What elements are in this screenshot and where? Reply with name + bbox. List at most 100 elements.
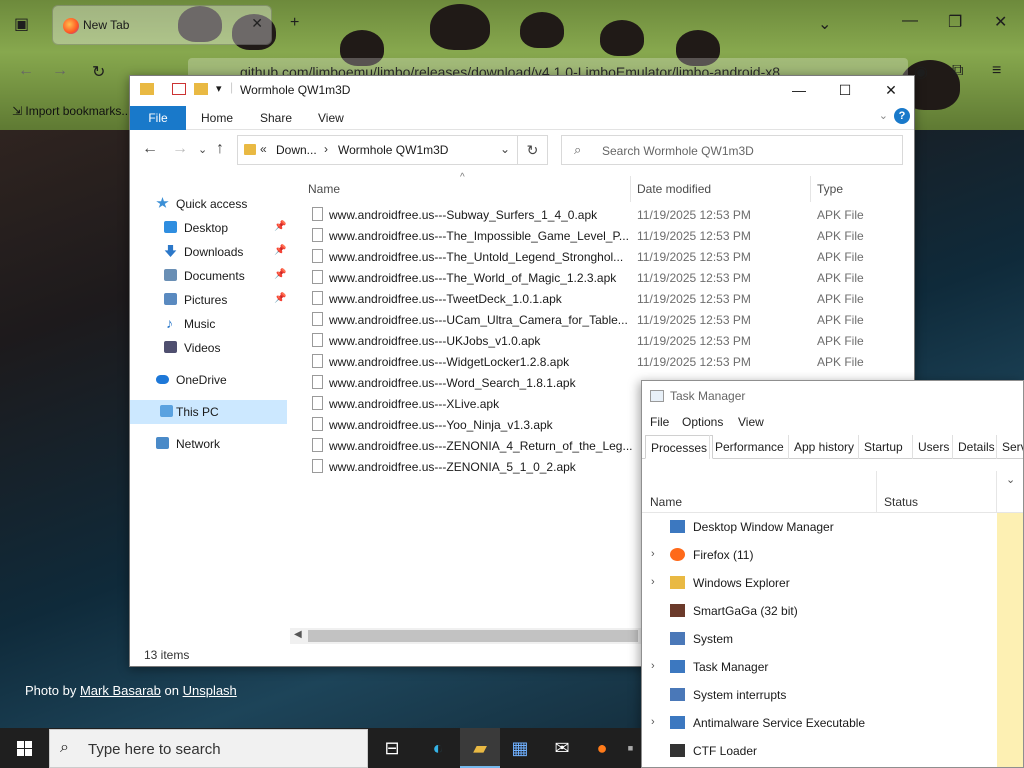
menu-options[interactable]: Options xyxy=(682,415,723,429)
pin-icon[interactable]: 📌 xyxy=(274,293,286,304)
process-row[interactable]: › Antimalware Service Executable xyxy=(642,709,997,737)
column-header-type[interactable]: Type xyxy=(817,182,843,196)
sidebar-item-onedrive[interactable]: OneDrive xyxy=(130,368,290,392)
process-row[interactable]: › Windows Explorer xyxy=(642,569,997,597)
process-row[interactable]: System interrupts xyxy=(642,681,997,709)
forward-icon[interactable]: → xyxy=(172,140,188,158)
new-folder-icon[interactable] xyxy=(194,83,208,95)
file-row[interactable]: www.androidfree.us---UKJobs_v1.0.apk 11/1… xyxy=(290,330,914,351)
file-row[interactable]: www.androidfree.us---WidgetLocker1.2.8.a… xyxy=(290,351,914,372)
credit-author-link[interactable]: Mark Basarab xyxy=(80,683,161,698)
help-icon[interactable]: ? xyxy=(894,108,910,124)
tab-overview-icon[interactable]: ▣ xyxy=(14,14,29,34)
file-row[interactable]: www.androidfree.us---The_Untold_Legend_S… xyxy=(290,246,914,267)
import-bookmarks-link[interactable]: ⇲ Import bookmarks... xyxy=(12,104,131,118)
menu-icon[interactable]: ≡ xyxy=(992,62,1001,80)
column-header-name[interactable]: Name xyxy=(308,182,340,196)
start-button[interactable] xyxy=(0,728,48,768)
breadcrumb-separator-icon[interactable]: › xyxy=(324,142,328,156)
process-row[interactable]: SmartGaGa (32 bit) xyxy=(642,597,997,625)
close-tab-icon[interactable]: ✕ xyxy=(251,15,263,32)
customize-toolbar-icon[interactable]: ▾ xyxy=(216,82,222,95)
chevron-down-icon[interactable]: ⌄ xyxy=(818,14,831,34)
edge-icon[interactable]: ◐ xyxy=(418,728,458,768)
tab-performance[interactable]: Performance xyxy=(709,435,789,459)
breadcrumb-downloads[interactable]: Down... xyxy=(276,143,317,157)
maximize-icon[interactable]: ☐ xyxy=(822,76,868,104)
extensions-icon[interactable]: ⧉ xyxy=(952,62,963,80)
column-divider[interactable] xyxy=(630,176,631,202)
properties-icon[interactable] xyxy=(172,83,186,95)
new-tab-icon[interactable]: + xyxy=(290,14,299,32)
address-dropdown-icon[interactable]: ⌄ xyxy=(500,142,510,156)
ribbon-tab-view[interactable]: View xyxy=(318,111,344,125)
file-row[interactable]: www.androidfree.us---The_World_of_Magic_… xyxy=(290,267,914,288)
sidebar-item-pictures[interactable]: Pictures 📌 xyxy=(130,288,290,312)
file-row[interactable]: www.androidfree.us---UCam_Ultra_Camera_f… xyxy=(290,309,914,330)
column-divider[interactable] xyxy=(810,176,811,202)
expand-chevron-icon[interactable]: › xyxy=(651,716,655,728)
search-input[interactable]: ⌕ Search Wormhole QW1m3D xyxy=(561,135,903,165)
store-icon[interactable]: ▦ xyxy=(500,728,540,768)
address-bar[interactable]: « Down... › Wormhole QW1m3D ⌄ xyxy=(237,135,548,165)
taskbar-app-icon[interactable]: ▪ xyxy=(620,728,641,768)
back-icon[interactable]: ← xyxy=(18,62,34,80)
expand-ribbon-icon[interactable]: ⌄ xyxy=(879,109,888,122)
ribbon-tab-share[interactable]: Share xyxy=(260,111,292,125)
scrollbar-thumb[interactable] xyxy=(308,630,638,642)
tab-details[interactable]: Details xyxy=(952,435,1000,459)
recent-locations-icon[interactable]: ⌄ xyxy=(198,143,207,156)
pin-icon[interactable]: 📌 xyxy=(274,221,286,232)
up-icon[interactable]: ↑ xyxy=(216,140,224,158)
file-row[interactable]: www.androidfree.us---TweetDeck_1.0.1.apk… xyxy=(290,288,914,309)
firefox-icon[interactable]: ● xyxy=(582,728,622,768)
chevron-down-icon[interactable]: ⌄ xyxy=(1006,473,1015,486)
close-icon[interactable]: ✕ xyxy=(868,76,914,104)
breadcrumb-current[interactable]: Wormhole QW1m3D xyxy=(338,143,448,157)
expand-chevron-icon[interactable]: › xyxy=(651,548,655,560)
scroll-left-icon[interactable]: ◀ xyxy=(294,629,302,640)
tab-serv[interactable]: Serv xyxy=(996,435,1023,459)
overflow-chevron-icon[interactable]: « xyxy=(260,142,267,156)
column-header-name[interactable]: Name xyxy=(650,495,682,509)
process-row[interactable]: System xyxy=(642,625,997,653)
sidebar-item-videos[interactable]: Videos xyxy=(130,336,290,360)
process-row[interactable]: CTF Loader xyxy=(642,737,997,765)
taskbar-search-input[interactable]: ⌕ Type here to search xyxy=(49,729,368,768)
forward-icon[interactable]: → xyxy=(52,62,68,80)
minimize-icon[interactable]: — xyxy=(776,76,822,104)
tab-users[interactable]: Users xyxy=(912,435,954,459)
menu-file[interactable]: File xyxy=(650,415,669,429)
refresh-button[interactable]: ↻ xyxy=(517,135,548,165)
tab-processes[interactable]: Processes xyxy=(645,435,714,459)
mail-icon[interactable]: ✉ xyxy=(542,728,582,768)
back-icon[interactable]: ← xyxy=(142,140,158,158)
pin-icon[interactable]: 📌 xyxy=(274,245,286,256)
account-icon[interactable]: ◉ xyxy=(914,62,928,82)
close-icon[interactable]: ✕ xyxy=(994,12,1007,32)
reload-icon[interactable]: ↻ xyxy=(92,62,105,82)
maximize-icon[interactable]: ❐ xyxy=(948,12,962,32)
tab-startup[interactable]: Startup xyxy=(858,435,908,459)
sidebar-item-desktop[interactable]: Desktop 📌 xyxy=(130,216,290,240)
column-header-date[interactable]: Date modified xyxy=(637,182,711,196)
pin-icon[interactable]: 📌 xyxy=(274,269,286,280)
sidebar-item-network[interactable]: Network xyxy=(130,432,290,456)
browser-tab[interactable]: New Tab ✕ xyxy=(52,5,272,45)
process-row[interactable]: Desktop Window Manager xyxy=(642,513,997,541)
tab-app-history[interactable]: App history xyxy=(788,435,859,459)
column-divider[interactable] xyxy=(996,471,997,513)
sidebar-item-this-pc[interactable]: This PC xyxy=(130,400,287,424)
minimize-icon[interactable]: — xyxy=(902,12,918,30)
sidebar-item-downloads[interactable]: Downloads 📌 xyxy=(130,240,290,264)
sidebar-item-documents[interactable]: Documents 📌 xyxy=(130,264,290,288)
file-row[interactable]: www.androidfree.us---The_Impossible_Game… xyxy=(290,225,914,246)
expand-chevron-icon[interactable]: › xyxy=(651,660,655,672)
menu-view[interactable]: View xyxy=(738,415,764,429)
task-view-icon[interactable]: ⊟ xyxy=(372,728,412,768)
column-divider[interactable] xyxy=(876,471,877,513)
process-row[interactable]: › Task Manager xyxy=(642,653,997,681)
ribbon-tab-home[interactable]: Home xyxy=(201,111,233,125)
file-explorer-icon[interactable]: ▰ xyxy=(460,728,500,768)
sidebar-item-music[interactable]: ♪ Music xyxy=(130,312,290,336)
